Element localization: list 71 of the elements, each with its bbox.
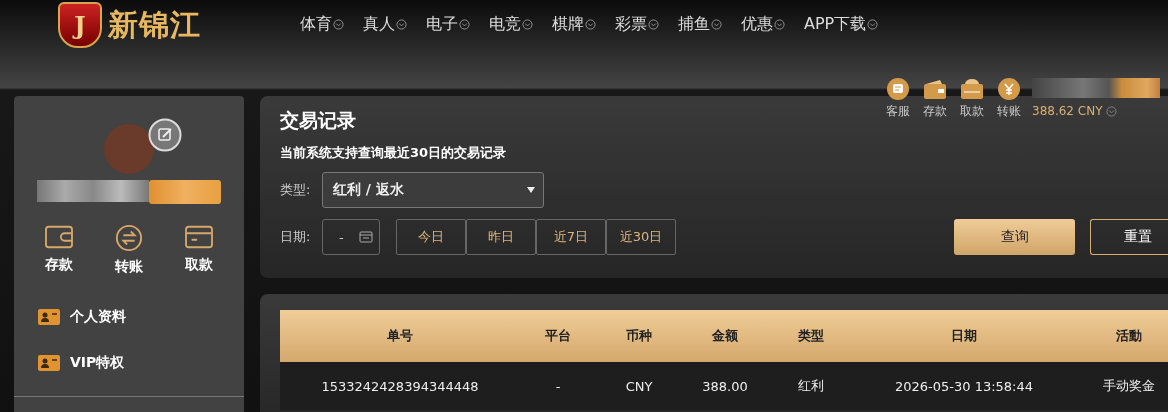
transfer-icon: [115, 224, 143, 252]
nav-item[interactable]: 棋牌: [552, 14, 596, 35]
chevron-icon: [711, 19, 722, 30]
nav-item[interactable]: 捕鱼: [678, 14, 722, 35]
column-header: 平台: [544, 327, 572, 345]
sidebar-menu-item[interactable]: 个人资料: [38, 294, 126, 340]
page-title: 交易记录: [280, 108, 356, 133]
toolbar-link[interactable]: 取款: [959, 78, 985, 120]
toolbar-link[interactable]: 转账: [996, 78, 1022, 120]
column-header: 金额: [711, 327, 739, 345]
sidebar-menu-item[interactable]: VIP特权: [38, 340, 125, 386]
edit-icon[interactable]: [148, 118, 182, 152]
coin-icon: [998, 78, 1020, 100]
chevron-icon: [459, 19, 470, 30]
chevron-icon: [522, 19, 533, 30]
date-label: 日期:: [280, 228, 312, 246]
date-range-button[interactable]: 昨日: [466, 219, 536, 255]
column-header: 日期: [950, 327, 978, 345]
card-icon: [183, 224, 215, 250]
date-range-button[interactable]: 近7日: [536, 219, 606, 255]
nav-item[interactable]: 电竞: [489, 14, 533, 35]
blurred-badge: [149, 180, 221, 204]
search-button[interactable]: 查询: [954, 219, 1075, 255]
id-card-icon: [38, 355, 60, 371]
table-cell-text: -: [554, 378, 562, 394]
notice-text: 当前系统支持查询最近30日的交易记录: [280, 144, 508, 162]
reset-button[interactable]: 重置: [1090, 219, 1168, 255]
toolbar-link[interactable]: 客服: [885, 78, 911, 120]
date-field[interactable]: -: [322, 219, 380, 255]
toolbar-link[interactable]: 存款: [922, 78, 948, 120]
table-cell-text: 1533242428394344448: [320, 378, 480, 394]
table-cell-text: CNY: [624, 378, 654, 394]
type-label: 类型:: [280, 181, 312, 199]
logo-text[interactable]: 新锦江: [108, 4, 201, 46]
nav-item[interactable]: 彩票: [615, 14, 659, 35]
chevron-icon: [396, 19, 407, 30]
id-card-icon: [38, 309, 60, 325]
chevron-icon: [648, 19, 659, 30]
type-select[interactable]: 红利 / 返水: [322, 172, 544, 208]
quick-action[interactable]: 转账: [104, 224, 154, 276]
chat-icon: [887, 78, 909, 100]
chevron-icon: [1105, 105, 1117, 117]
nav-item[interactable]: APP下载: [804, 14, 879, 35]
chevron-icon: [867, 19, 879, 30]
table-cell-text: 手动奖金: [1102, 377, 1156, 395]
balance-text[interactable]: 388.62 CNY: [1032, 104, 1160, 118]
card-icon: [960, 78, 984, 100]
logo-shield[interactable]: J: [58, 2, 102, 48]
column-header: 币种: [625, 327, 653, 345]
table-cell-text: 红利: [797, 377, 825, 395]
avatar-placeholder: [104, 124, 154, 174]
nav-item[interactable]: 优惠: [741, 14, 785, 35]
quick-action[interactable]: 存款: [34, 224, 84, 276]
column-header: 活動: [1115, 327, 1143, 345]
date-range-button[interactable]: 近30日: [606, 219, 676, 255]
date-range-button[interactable]: 今日: [396, 219, 466, 255]
table-cell-text: 388.00: [701, 378, 749, 394]
quick-action[interactable]: 取款: [174, 224, 224, 276]
nav-item[interactable]: 电子: [426, 14, 470, 35]
column-header: 单号: [386, 327, 414, 345]
nav-item[interactable]: 真人: [363, 14, 407, 35]
caret-icon: [527, 187, 535, 193]
chevron-icon: [585, 19, 596, 30]
wallet-icon: [923, 78, 947, 100]
chevron-icon: [774, 19, 785, 30]
wallet-icon: [43, 224, 75, 250]
column-header: 类型: [797, 327, 825, 345]
calendar-icon: [359, 231, 373, 243]
table-cell-text: 2026-05-30 13:58:44: [893, 378, 1035, 394]
chevron-icon: [333, 19, 344, 30]
nav-item[interactable]: 体育: [300, 14, 344, 35]
